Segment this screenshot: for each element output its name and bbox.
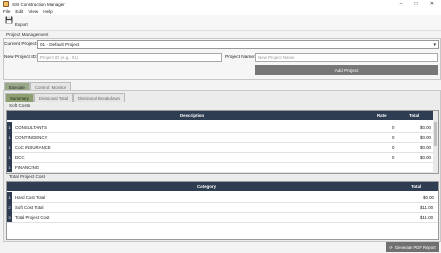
col-rate: Rate <box>377 113 387 118</box>
tab-summary[interactable]: Summary <box>5 93 34 102</box>
row-total: $0.00 <box>420 135 431 140</box>
row-rate: 0 <box>392 145 395 150</box>
window-title: SSI Construction Manager <box>12 1 65 7</box>
col-category: Category <box>197 184 217 189</box>
project-name-label: Project Name: <box>225 55 256 60</box>
row-total: $11.00 <box>420 205 434 210</box>
tab-divisional-breakdown[interactable]: Divisional Breakdown <box>73 93 125 102</box>
scrollbar-thumb[interactable] <box>434 122 437 146</box>
row-rate: 0 <box>392 155 395 160</box>
current-project-select[interactable]: 01 - Default Project ▾ <box>37 40 439 49</box>
total-cost-title: Total Project Cost <box>9 174 45 179</box>
row-description: CONSULTANTS <box>15 125 48 130</box>
col-description: Description <box>180 113 205 118</box>
soft-costs-table: Description Rate Total 1 CONSULTANTS 0 $… <box>6 110 439 174</box>
row-number: 1 <box>7 132 12 142</box>
close-button[interactable]: ✕ <box>425 0 439 8</box>
new-project-id-label: New Project ID: <box>4 55 38 60</box>
maximize-button[interactable]: □ <box>409 0 423 8</box>
table-row[interactable]: 3 Total Project Cost $11.00 <box>7 212 438 223</box>
menu-view[interactable]: View <box>28 9 38 14</box>
menu-file[interactable]: File <box>3 9 10 14</box>
total-cost-header: Category Total <box>7 182 438 191</box>
minimize-button[interactable]: – <box>394 0 408 8</box>
row-category: Hard Cost Total <box>15 195 46 200</box>
row-category: Soft Cost Total <box>15 205 44 210</box>
row-description: CONTINGENCY <box>15 135 48 140</box>
floppy-icon <box>5 16 13 24</box>
row-total: $0.00 <box>420 145 431 150</box>
project-management-title: Project Management <box>6 32 49 37</box>
soft-costs-scrollbar[interactable] <box>433 111 438 173</box>
add-project-button[interactable]: Add Project <box>255 65 438 75</box>
toolbar: Export <box>0 15 441 31</box>
generate-pdf-button[interactable]: ⟳ Generate PDF Report <box>386 242 439 252</box>
row-number: 1 <box>7 192 12 202</box>
total-cost-table: Category Total 1 Hard Cost Total $0.00 2… <box>6 181 439 240</box>
row-number: 1 <box>7 142 12 152</box>
row-description: DCC <box>15 155 25 160</box>
row-total: $0.00 <box>420 125 431 130</box>
menu-edit[interactable]: Edit <box>15 9 23 14</box>
menu-help[interactable]: Help <box>43 9 52 14</box>
generate-pdf-label: Generate PDF Report <box>394 244 436 250</box>
col-total: Total <box>411 184 422 189</box>
row-rate: 0 <box>392 135 395 140</box>
project-id-input[interactable]: Project ID (e.g., 01) <box>37 53 222 62</box>
sub-tabs: Summary Divisional Total Divisional Brea… <box>5 93 125 102</box>
row-number: 3 <box>7 212 12 222</box>
row-number: 1 <box>7 122 12 132</box>
app-icon <box>3 1 9 7</box>
project-name-input[interactable]: New Project Name <box>255 53 438 62</box>
row-rate: 0 <box>392 125 395 130</box>
soft-costs-header: Description Rate Total <box>7 111 433 120</box>
row-number: 2 <box>7 202 12 212</box>
row-number: 1 <box>7 162 12 172</box>
soft-costs-title: Soft Costs <box>9 103 31 108</box>
row-description: CoC INSURANCE <box>15 145 51 150</box>
menu-bar: File Edit View Help <box>0 8 441 15</box>
row-description: FINANCING <box>15 165 40 170</box>
export-label: Export <box>15 22 28 27</box>
title-bar: SSI Construction Manager <box>0 0 441 8</box>
export-button[interactable]: Export <box>4 16 30 29</box>
row-category: Total Project Cost <box>15 215 50 220</box>
row-total: $11.00 <box>420 215 434 220</box>
chevron-down-icon: ▾ <box>433 42 436 48</box>
table-row[interactable]: 1 FINANCING <box>7 162 433 173</box>
refresh-icon: ⟳ <box>389 244 393 250</box>
col-total: Total <box>409 113 420 118</box>
row-total: $0.00 <box>420 155 431 160</box>
current-project-label: Current Project: <box>4 42 38 47</box>
row-number: 1 <box>7 152 12 162</box>
row-total: $0.00 <box>423 195 434 200</box>
tab-divisional-total[interactable]: Divisional Total <box>33 93 73 102</box>
current-project-value: 01 - Default Project <box>40 42 80 47</box>
